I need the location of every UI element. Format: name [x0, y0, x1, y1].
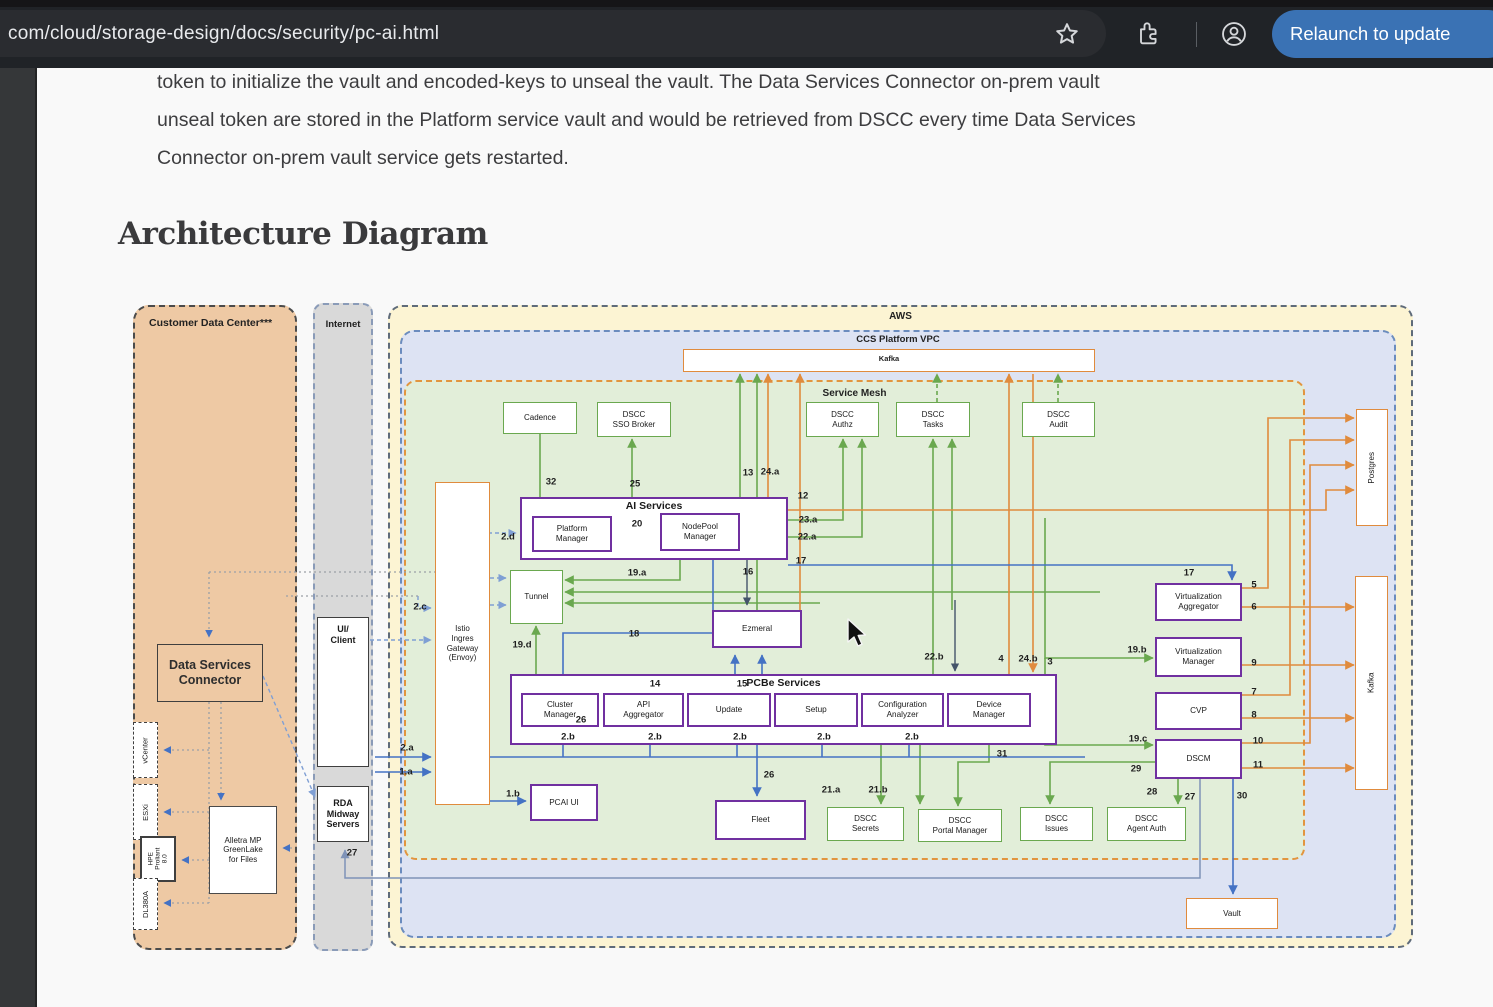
browser-window: com/cloud/storage-design/docs/security/p…: [0, 0, 1493, 1007]
mouse-cursor: [846, 618, 872, 648]
address-bar[interactable]: com/cloud/storage-design/docs/security/p…: [0, 10, 1106, 57]
bookmark-star-icon[interactable]: [1053, 20, 1081, 48]
profile-icon[interactable]: [1220, 20, 1248, 48]
connector-lines: [0, 0, 1493, 1007]
extensions-icon[interactable]: [1134, 20, 1162, 48]
relaunch-to-update-button[interactable]: Relaunch to update: [1272, 10, 1493, 58]
window-edge-strip: [0, 68, 37, 1007]
toolbar-divider: [1196, 22, 1197, 47]
url-text: com/cloud/storage-design/docs/security/p…: [8, 23, 439, 45]
browser-toolbar: com/cloud/storage-design/docs/security/p…: [0, 0, 1493, 68]
